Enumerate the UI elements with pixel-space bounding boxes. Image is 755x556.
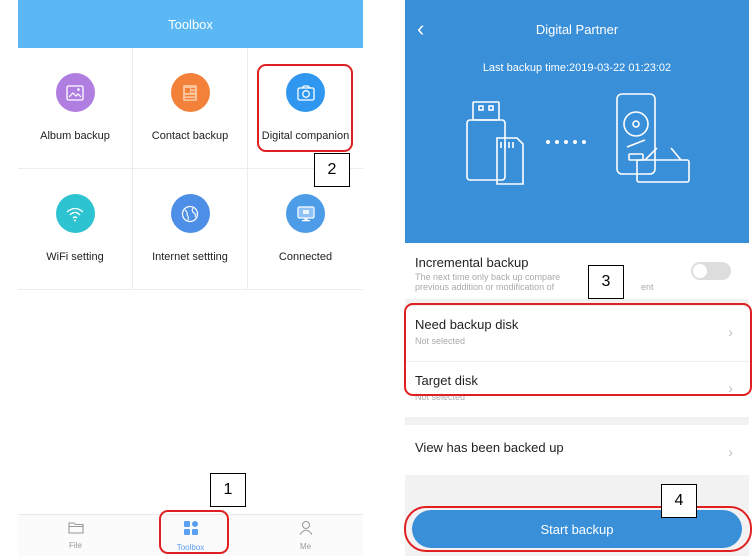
hero-panel: ‹ Digital Partner Last backup time:2019-… [405,0,749,243]
globe-icon [170,194,210,233]
target-disk-row[interactable]: Target disk Not selected › [405,361,749,417]
view-backed-up-row[interactable]: View has been backed up › [405,425,749,475]
need-backup-disk-title: Need backup disk [415,317,519,332]
tile-label: WiFi setting [46,251,104,263]
folder-icon [67,521,84,539]
tool-grid-row: Album backup Contact backup Digital comp… [18,48,363,169]
backup-illustration-icon [466,93,690,185]
tile-wifi-setting[interactable]: WiFi setting [18,169,133,290]
chevron-right-icon: › [728,444,733,460]
tile-label: Internet settting [152,251,228,263]
nav-toolbox[interactable]: Toolbox [133,515,248,556]
annotation-label-3: 3 [588,265,624,299]
annotation-label-1: 1 [210,473,246,507]
incremental-backup-toggle[interactable] [691,262,731,280]
last-backup-time: Last backup time:2019-03-22 01:23:02 [482,62,672,74]
wifi-icon [55,194,95,233]
annotation-label-4: 4 [661,484,697,518]
tile-label: Connected [278,251,333,263]
tile-digital-companion[interactable]: Digital companion [248,48,363,169]
grid-icon [183,520,199,541]
need-backup-disk-value: Not selected [415,336,466,346]
tile-contact-backup[interactable]: Contact backup [133,48,248,169]
digital-partner-screen: ‹ Digital Partner Last backup time:2019-… [405,0,749,556]
target-disk-title: Target disk [415,373,478,388]
toggle-knob [693,264,707,278]
nav-label: File [69,541,82,550]
camera-icon [286,73,325,112]
tile-internet-setting[interactable]: Internet settting [133,169,248,290]
chevron-right-icon: › [728,324,733,340]
target-disk-value: Not selected [415,392,466,402]
need-backup-disk-row[interactable]: Need backup disk Not selected › [405,305,749,361]
description-tail: ent [641,282,654,292]
tile-label: Contact backup [151,130,229,142]
tool-grid: Album backup Contact backup Digital comp… [18,48,363,290]
contact-icon [170,73,210,112]
nav-label: Toolbox [176,542,205,552]
tile-connected[interactable]: Connected [248,169,363,290]
tile-label: Digital companion [261,130,350,142]
annotation-label-2: 2 [314,153,350,187]
nav-file[interactable]: File [18,515,133,556]
nav-label: Me [299,542,312,551]
person-icon [298,520,314,540]
nav-me[interactable]: Me [248,515,363,556]
toolbox-title: Toolbox [168,16,213,32]
toolbox-screen: Toolbox Album backup Contact backup Digi… [18,0,363,556]
tile-label: Album backup [40,130,110,142]
bottom-nav: File Toolbox Me [18,514,363,556]
description-line: previous addition or modification of [415,282,555,292]
incremental-backup-row: Incremental backup The next time only ba… [405,243,749,299]
tool-grid-row: WiFi setting Internet settting Connected [18,169,363,290]
chevron-right-icon: › [728,380,733,396]
album-icon [55,73,95,112]
page-title: Digital Partner [535,22,619,37]
toolbox-header: Toolbox [18,0,363,48]
tile-album-backup[interactable]: Album backup [18,48,133,169]
monitor-icon [286,194,325,233]
view-backed-up-label: View has been backed up [415,440,564,455]
